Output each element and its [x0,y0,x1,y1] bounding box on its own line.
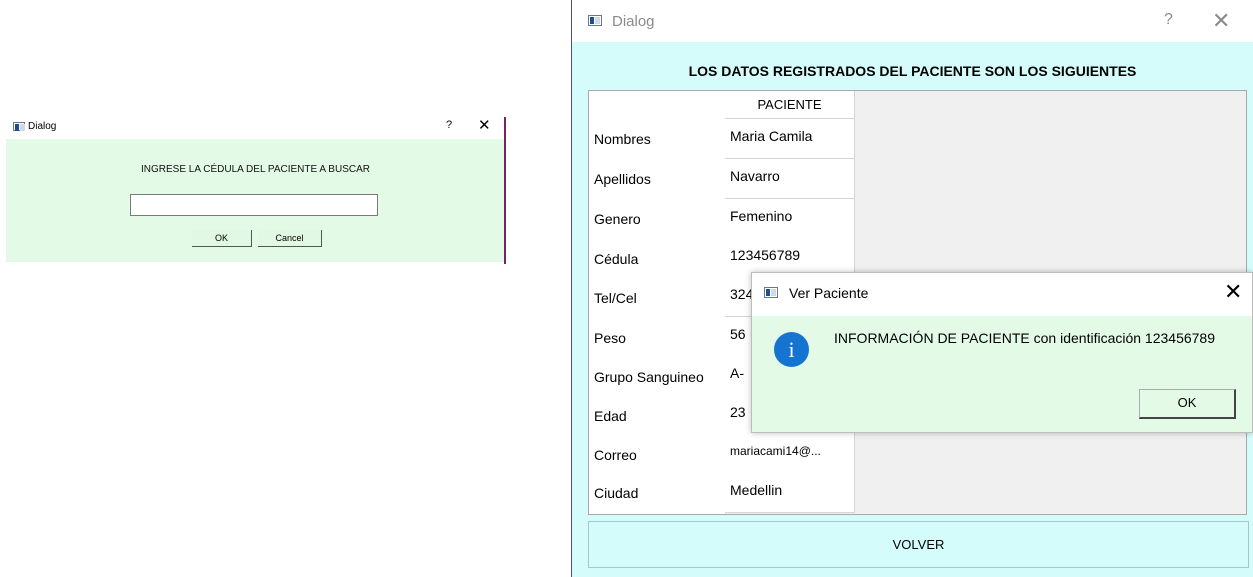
cedula-search-input[interactable] [130,194,378,216]
volver-button[interactable]: VOLVER [588,521,1249,568]
close-button[interactable]: ✕ [1212,8,1230,34]
window-edge [504,117,506,264]
table-cell[interactable]: mariacami14@... [725,434,855,474]
row-label-grupo-sanguineo: Grupo Sanguineo [594,369,704,385]
row-labels: Nombres Apellidos Genero Cédula Tel/Cel … [589,91,725,514]
row-label-nombres: Nombres [594,131,651,147]
search-dialog: Dialog ? ✕ INGRESE LA CÉDULA DEL PACIENT… [6,115,506,264]
patient-dialog-title: Dialog [612,13,655,30]
ok-button[interactable]: OK [1139,389,1236,419]
patient-dialog-titlebar[interactable]: Dialog ? ✕ [572,0,1253,42]
close-button[interactable]: ✕ [1224,279,1242,305]
window-icon [588,15,602,26]
window-icon [764,287,778,298]
messagebox-text: INFORMACIÓN DE PACIENTE con identificaci… [834,330,1216,346]
help-button[interactable]: ? [446,119,452,131]
search-dialog-titlebar[interactable]: Dialog ? ✕ [6,115,505,139]
row-label-peso: Peso [594,330,626,346]
column-header-paciente[interactable]: PACIENTE [725,91,855,119]
window-icon [13,122,25,131]
row-label-ciudad: Ciudad [594,485,639,501]
row-label-correo: Correo [594,447,637,463]
search-prompt: INGRESE LA CÉDULA DEL PACIENTE A BUSCAR [141,164,370,175]
ver-paciente-messagebox: Ver Paciente ✕ i INFORMACIÓN DE PACIENTE… [751,272,1253,433]
row-label-edad: Edad [594,408,627,424]
table-cell[interactable]: Maria Camila [725,119,855,159]
info-icon: i [774,332,809,367]
row-label-genero: Genero [594,211,641,227]
ok-button[interactable]: OK [192,230,252,247]
search-dialog-body: INGRESE LA CÉDULA DEL PACIENTE A BUSCAR … [6,139,505,262]
row-label-apellidos: Apellidos [594,171,651,187]
close-button[interactable]: ✕ [478,116,491,134]
row-label-cedula: Cédula [594,251,639,267]
table-cell[interactable]: Medellin [725,473,855,513]
patient-heading: LOS DATOS REGISTRADOS DEL PACIENTE SON L… [688,63,1137,79]
row-label-telcel: Tel/Cel [594,290,637,306]
table-cell[interactable]: Femenino [725,199,855,239]
help-button[interactable]: ? [1164,11,1173,29]
search-dialog-title: Dialog [28,121,57,132]
cancel-button[interactable]: Cancel [258,230,322,247]
messagebox-body: i INFORMACIÓN DE PACIENTE con identifica… [752,316,1252,432]
table-cell[interactable]: Navarro [725,159,855,199]
messagebox-titlebar[interactable]: Ver Paciente ✕ [752,273,1252,316]
messagebox-title: Ver Paciente [789,285,869,301]
